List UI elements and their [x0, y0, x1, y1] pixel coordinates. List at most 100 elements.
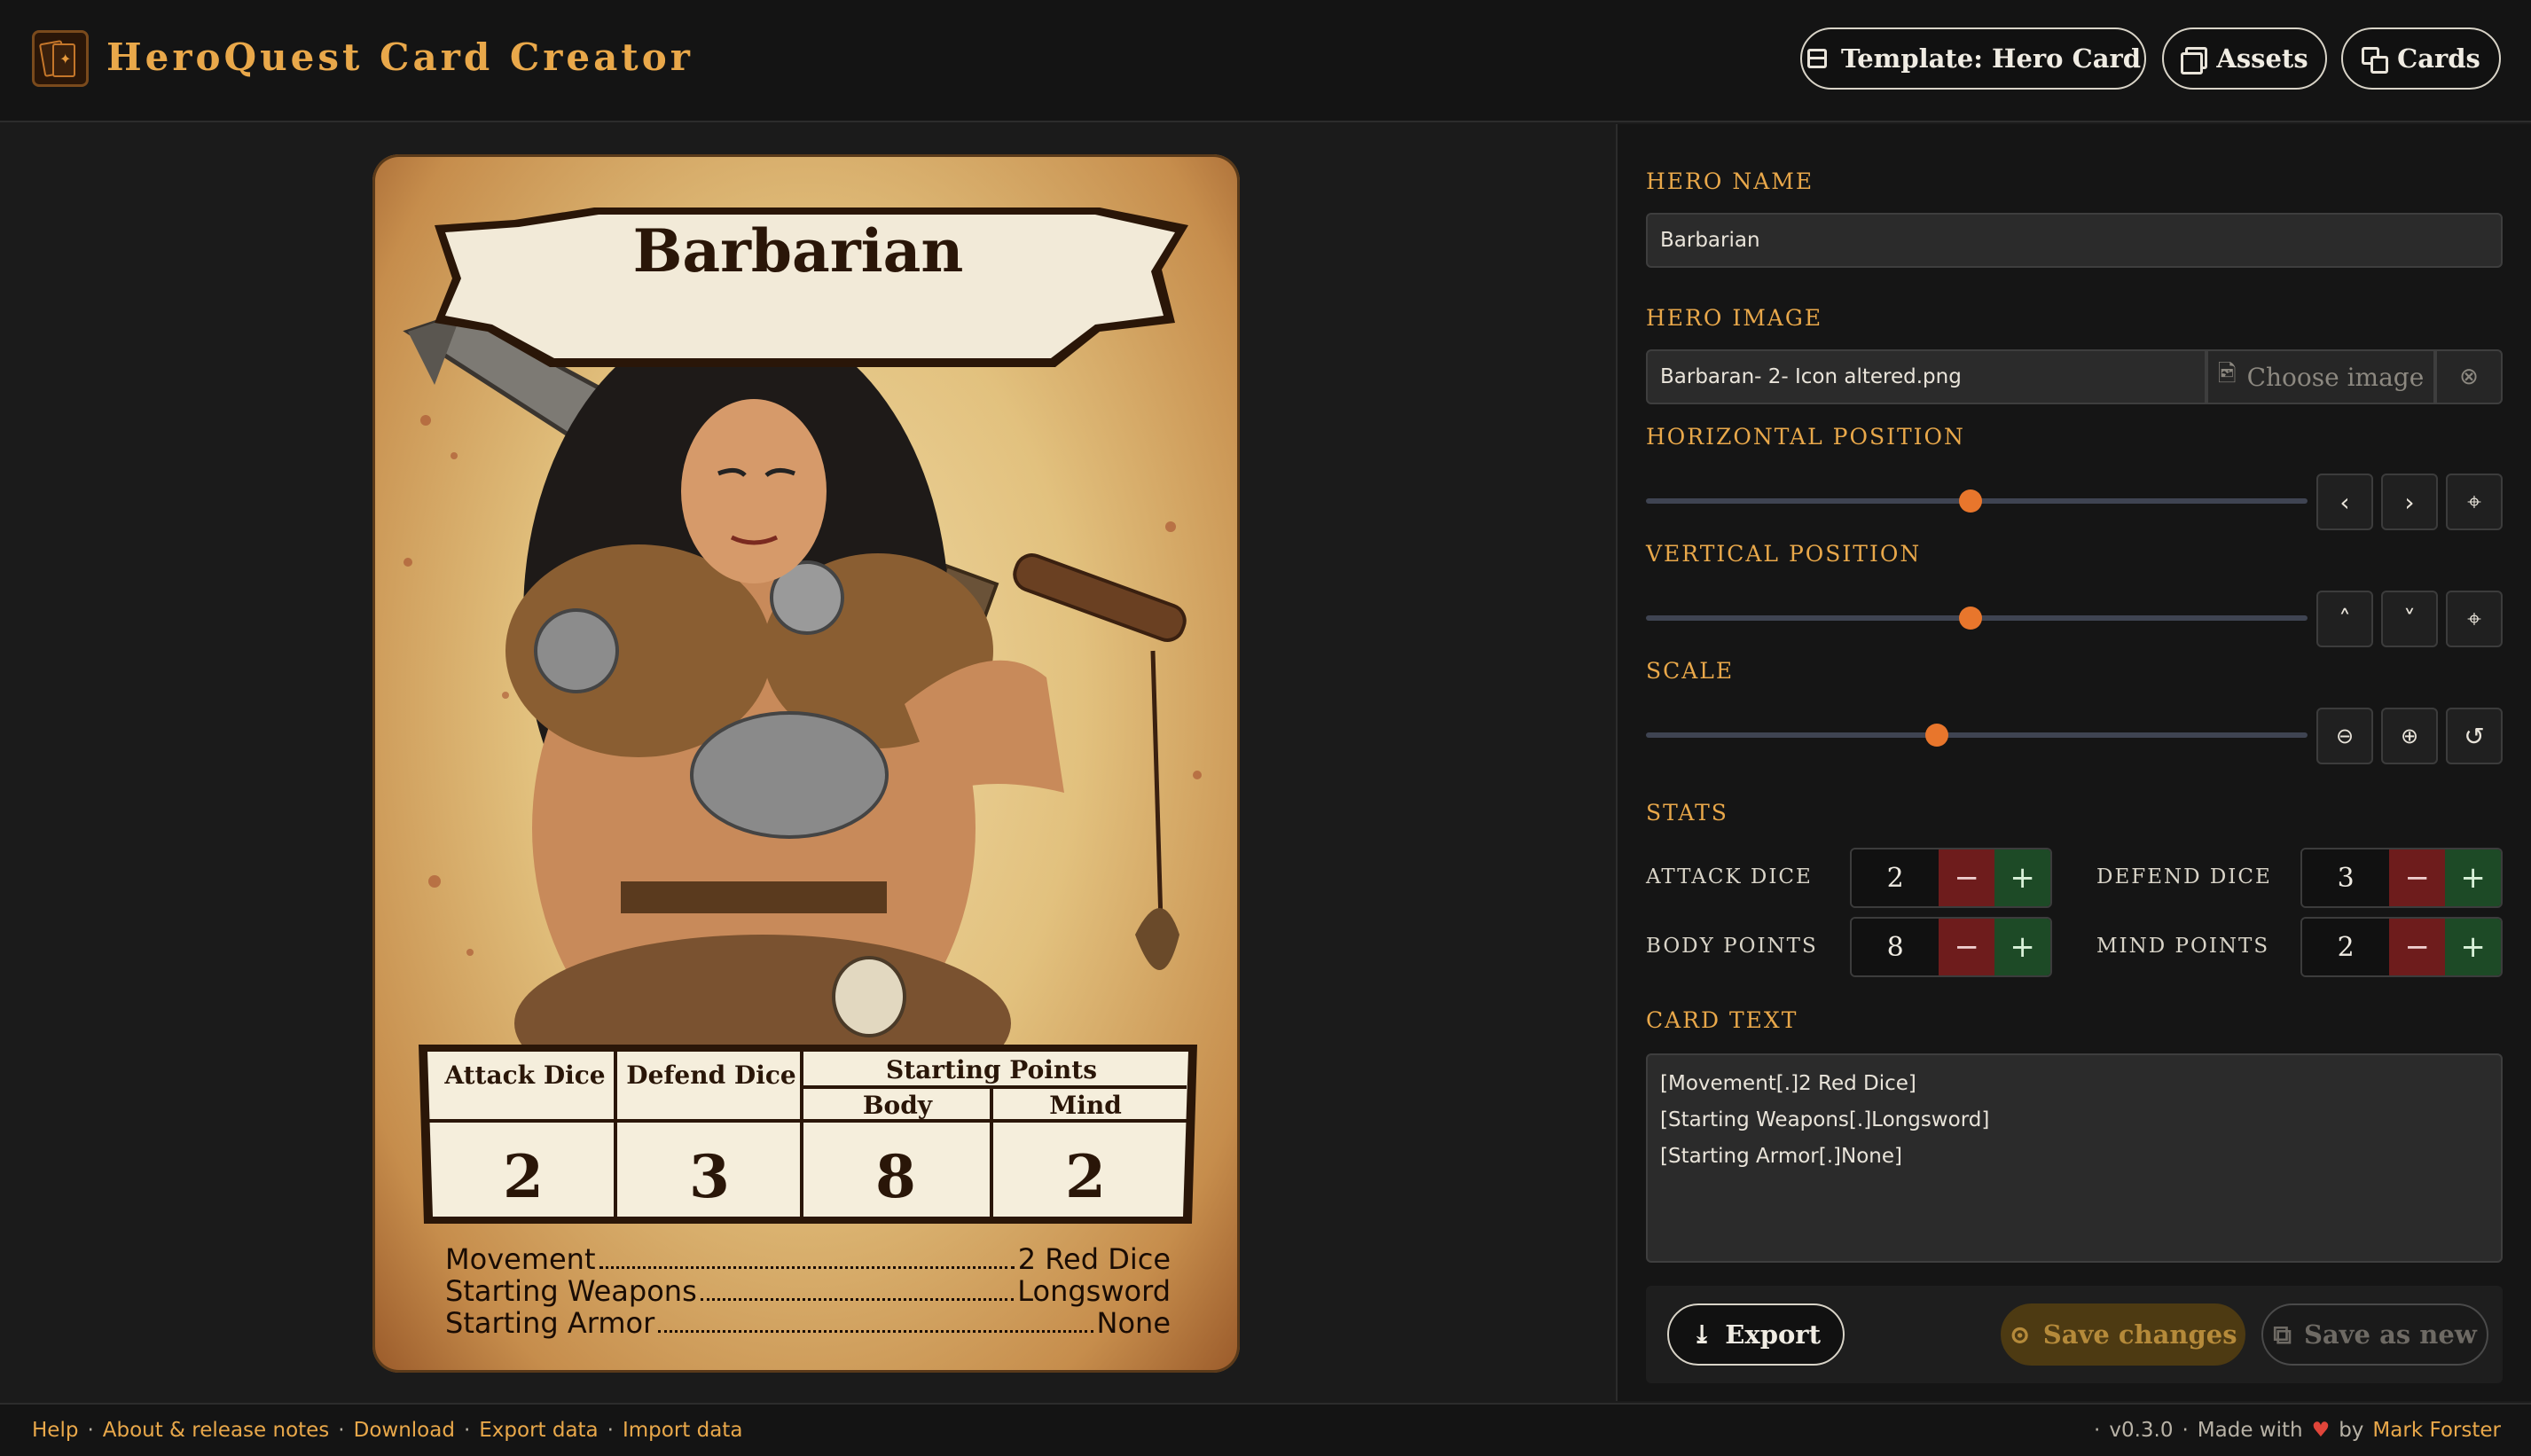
scale-slider[interactable] — [1646, 724, 2308, 747]
zoom-in-button[interactable]: ⊕ — [2381, 708, 2438, 764]
heart-icon: ♥ — [2311, 1419, 2331, 1442]
choose-image-label: Choose image — [2246, 362, 2425, 392]
card-text-input[interactable]: [Movement[.]2 Red Dice] [Starting Weapon… — [1646, 1053, 2503, 1263]
clear-image-button[interactable]: ⊗ — [2435, 349, 2503, 404]
hero-name-label: HERO NAME — [1646, 168, 1814, 194]
attack-dice-increment[interactable]: + — [1994, 849, 2050, 906]
plus-icon: + — [2460, 929, 2486, 965]
app-logo-icon: ✦ — [32, 30, 89, 87]
about-link[interactable]: About & release notes — [103, 1419, 330, 1442]
plus-icon: + — [2460, 860, 2486, 896]
app-footer: Help · About & release notes · Download · E… — [0, 1403, 2531, 1456]
export-data-link[interactable]: Export data — [479, 1419, 598, 1442]
card-text-block: Movement 2 Red Dice Starting Weapons Lon… — [445, 1243, 1171, 1339]
version-text: v0.3.0 — [2109, 1419, 2174, 1442]
card-text-line: Starting Weapons Longsword — [445, 1275, 1171, 1307]
chevron-up-icon: ˄ — [2339, 604, 2351, 634]
reset-scale-button[interactable]: ↺ — [2446, 708, 2503, 764]
attack-dice-decrement[interactable]: − — [1939, 849, 1995, 906]
move-right-button[interactable]: › — [2381, 474, 2438, 530]
defend-dice-decrement[interactable]: − — [2389, 849, 2446, 906]
mind-points-value[interactable]: 2 — [2302, 919, 2390, 975]
defend-dice-increment[interactable]: + — [2445, 849, 2501, 906]
minus-icon: − — [2404, 860, 2430, 896]
mind-points-decrement[interactable]: − — [2389, 919, 2446, 975]
app-header: ✦ HeroQuest Card Creator Template: Hero … — [0, 0, 2531, 122]
body-points-stepper[interactable]: 8 − + — [1850, 917, 2052, 977]
zoom-out-button[interactable]: ⊖ — [2316, 708, 2373, 764]
body-points-increment[interactable]: + — [1994, 919, 2050, 975]
scale-slider-thumb[interactable] — [1925, 724, 1949, 747]
import-data-link[interactable]: Import data — [623, 1419, 742, 1442]
center-horizontal-button[interactable]: ⌖ — [2446, 474, 2503, 530]
attack-dice-stepper[interactable]: 2 − + — [1850, 848, 2052, 908]
copy-icon: ⧉ — [2273, 1319, 2292, 1350]
card-stat-table: Attack Dice Defend Dice Starting Points … — [427, 1052, 1181, 1217]
download-link[interactable]: Download — [354, 1419, 455, 1442]
card-line-value: 2 Red Dice — [1017, 1242, 1171, 1276]
horizontal-slider-thumb[interactable] — [1958, 489, 1982, 513]
card-defend-header: Defend Dice — [626, 1061, 796, 1090]
save-as-new-label: Save as new — [2303, 1319, 2477, 1350]
zoom-in-icon: ⊕ — [2400, 724, 2419, 748]
card-defend-value: 3 — [689, 1142, 730, 1211]
template-button[interactable]: Template: Hero Card — [1800, 27, 2146, 90]
save-as-new-button[interactable]: ⧉ Save as new — [2261, 1303, 2488, 1366]
card-text-line: [Movement[.]2 Red Dice] — [1660, 1072, 1916, 1095]
app-title: HeroQuest Card Creator — [106, 35, 693, 79]
defend-dice-value[interactable]: 3 — [2302, 849, 2390, 906]
scale-label: SCALE — [1646, 658, 1735, 684]
editor-panel: HERO NAME Barbarian HERO IMAGE Barbaran-… — [1616, 124, 2531, 1401]
move-up-button[interactable]: ˄ — [2316, 591, 2373, 647]
images-icon — [2181, 47, 2208, 74]
card-line-value: None — [1096, 1306, 1171, 1340]
plus-icon: + — [2010, 860, 2035, 896]
crosshair-icon: ⌖ — [2467, 487, 2481, 516]
minus-icon: − — [1954, 929, 1979, 965]
card-attack-value: 2 — [503, 1142, 544, 1211]
crosshair-icon: ⌖ — [2467, 604, 2481, 633]
cards-icon — [2362, 47, 2389, 74]
hero-name-input[interactable]: Barbarian — [1646, 213, 2503, 268]
center-vertical-button[interactable]: ⌖ — [2446, 591, 2503, 647]
move-left-button[interactable]: ‹ — [2316, 474, 2373, 530]
export-button[interactable]: ⤓ Export — [1667, 1303, 1845, 1366]
author-link[interactable]: Mark Forster — [2372, 1419, 2501, 1442]
defend-dice-label: DEFEND DICE — [2096, 865, 2272, 888]
vertical-slider-thumb[interactable] — [1958, 607, 1982, 630]
card-line-label: Movement — [445, 1242, 596, 1276]
attack-dice-value[interactable]: 2 — [1852, 849, 1939, 906]
card-body-header: Body — [862, 1091, 933, 1120]
by-text: by — [2339, 1419, 2364, 1442]
assets-button[interactable]: Assets — [2162, 27, 2327, 90]
save-changes-label: Save changes — [2042, 1319, 2237, 1350]
card-preview-area: Barbarian Attack Dice Defend Dice Starti… — [0, 124, 1614, 1401]
card-text-line: Starting Armor None — [445, 1307, 1171, 1339]
card-line-label: Starting Weapons — [445, 1274, 697, 1308]
hero-image-filename: Barbaran- 2- Icon altered.png — [1646, 349, 2206, 404]
body-points-label: BODY POINTS — [1646, 935, 1818, 958]
horizontal-position-slider[interactable] — [1646, 489, 2308, 513]
editor-actions-bar: ⤓ Export ⊙ Save changes ⧉ Save as new — [1646, 1286, 2503, 1383]
card-text-line: [Starting Armor[.]None] — [1660, 1145, 1902, 1168]
vertical-position-slider[interactable] — [1646, 607, 2308, 630]
help-link[interactable]: Help — [32, 1419, 78, 1442]
defend-dice-stepper[interactable]: 3 − + — [2300, 848, 2503, 908]
assets-button-label: Assets — [2216, 43, 2308, 74]
body-points-decrement[interactable]: − — [1939, 919, 1995, 975]
card-text-line: [Starting Weapons[.]Longsword] — [1660, 1108, 1990, 1131]
choose-image-button[interactable]: 🖻 Choose image — [2206, 349, 2435, 404]
zoom-out-icon: ⊖ — [2335, 724, 2355, 748]
mind-points-increment[interactable]: + — [2445, 919, 2501, 975]
body-points-value[interactable]: 8 — [1852, 919, 1939, 975]
vertical-position-label: VERTICAL POSITION — [1646, 541, 1922, 567]
minus-icon: − — [2404, 929, 2430, 965]
hero-image-label: HERO IMAGE — [1646, 305, 1823, 331]
save-changes-button[interactable]: ⊙ Save changes — [2001, 1303, 2245, 1366]
card-mind-header: Mind — [1049, 1091, 1122, 1120]
chevron-right-icon: › — [2404, 487, 2415, 517]
cards-button[interactable]: Cards — [2341, 27, 2501, 90]
horizontal-position-label: HORIZONTAL POSITION — [1646, 424, 1965, 450]
move-down-button[interactable]: ˅ — [2381, 591, 2438, 647]
mind-points-stepper[interactable]: 2 − + — [2300, 917, 2503, 977]
